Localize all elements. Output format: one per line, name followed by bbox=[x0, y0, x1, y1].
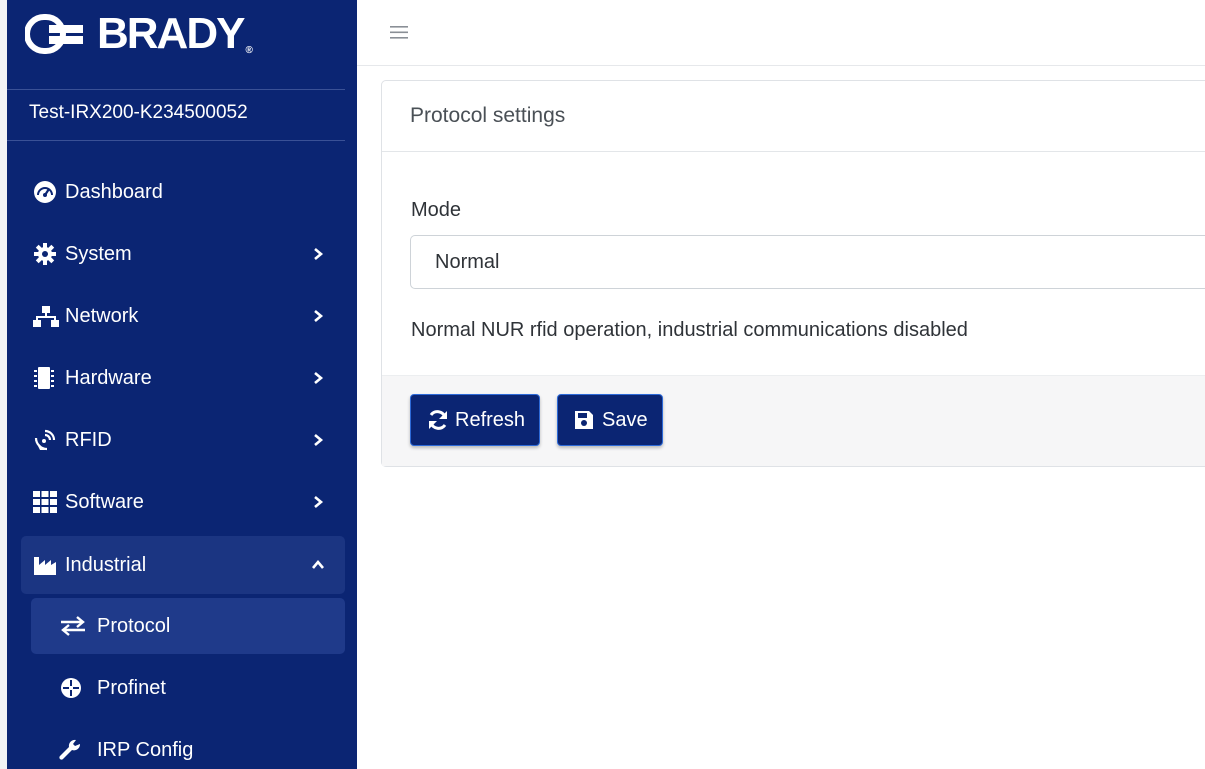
sidebar-item-label: Industrial bbox=[65, 553, 147, 576]
refresh-button-label: Refresh bbox=[455, 408, 526, 431]
brady-logo-icon bbox=[25, 14, 83, 54]
crosshairs-icon bbox=[59, 674, 91, 702]
sidebar-item-industrial[interactable]: Industrial bbox=[21, 536, 345, 594]
floppy-disk-icon bbox=[574, 409, 596, 431]
sidebar-item-dashboard[interactable]: Dashboard bbox=[21, 166, 345, 218]
brand-logo[interactable]: BRADY ® bbox=[25, 6, 253, 62]
top-bar bbox=[357, 0, 1205, 66]
sidebar-item-rfid[interactable]: RFID bbox=[21, 414, 345, 466]
chevron-right-icon bbox=[314, 434, 324, 446]
sidebar-subitem-protocol[interactable]: Protocol bbox=[31, 598, 345, 654]
sidebar-subitem-label: Protocol bbox=[97, 614, 171, 637]
main-content: Protocol settings Mode Normal Normal NUR… bbox=[357, 66, 1205, 769]
mode-select-value: Normal bbox=[435, 250, 500, 273]
sidebar-item-label: Dashboard bbox=[65, 180, 163, 203]
gear-icon bbox=[33, 240, 61, 268]
chevron-right-icon bbox=[314, 310, 324, 322]
sidebar-subitem-label: Profinet bbox=[97, 676, 166, 699]
save-button[interactable]: Save bbox=[557, 394, 663, 446]
network-icon bbox=[33, 302, 61, 330]
sidebar-item-label: Network bbox=[65, 304, 139, 327]
sidebar-item-hardware[interactable]: Hardware bbox=[21, 352, 345, 404]
brand-name: BRADY ® bbox=[97, 9, 253, 58]
save-button-label: Save bbox=[602, 408, 648, 431]
satellite-dish-icon bbox=[33, 426, 61, 454]
exchange-arrows-icon bbox=[59, 612, 91, 640]
sidebar-item-label: System bbox=[65, 242, 132, 265]
protocol-settings-card: Protocol settings Mode Normal Normal NUR… bbox=[381, 80, 1205, 467]
refresh-button[interactable]: Refresh bbox=[410, 394, 541, 446]
sidebar-divider bbox=[7, 140, 345, 141]
device-name: Test-IRX200-K234500052 bbox=[29, 102, 248, 123]
refresh-icon bbox=[427, 409, 449, 431]
sidebar-item-software[interactable]: Software bbox=[21, 476, 345, 528]
chevron-up-icon bbox=[312, 559, 324, 569]
chevron-right-icon bbox=[314, 496, 324, 508]
mode-description: Normal NUR rfid operation, industrial co… bbox=[411, 319, 968, 341]
sidebar-item-label: Software bbox=[65, 490, 144, 513]
wrench-icon bbox=[59, 736, 91, 764]
sidebar-item-network[interactable]: Network bbox=[21, 290, 345, 342]
sidebar-subitem-profinet[interactable]: Profinet bbox=[31, 660, 345, 716]
sidebar-item-label: RFID bbox=[65, 428, 112, 451]
dashboard-gauge-icon bbox=[33, 178, 61, 206]
window-edge bbox=[0, 0, 7, 769]
sidebar-subitem-label: IRP Config bbox=[97, 738, 194, 761]
sidebar-item-system[interactable]: System bbox=[21, 228, 345, 280]
grid-icon bbox=[33, 488, 61, 516]
card-title: Protocol settings bbox=[382, 81, 1205, 152]
hamburger-menu-icon[interactable] bbox=[390, 24, 408, 40]
sidebar: BRADY ® Test-IRX200-K234500052 Dashboard … bbox=[7, 0, 357, 769]
industry-icon bbox=[33, 551, 61, 579]
microchip-icon bbox=[33, 364, 61, 392]
sidebar-subitem-irp-config[interactable]: IRP Config bbox=[31, 722, 345, 769]
chevron-right-icon bbox=[314, 248, 324, 260]
mode-select[interactable]: Normal bbox=[410, 235, 1205, 289]
sidebar-divider bbox=[7, 89, 345, 90]
card-footer: Refresh Save bbox=[382, 375, 1205, 466]
mode-label: Mode bbox=[411, 199, 462, 221]
chevron-right-icon bbox=[314, 372, 324, 384]
sidebar-item-label: Hardware bbox=[65, 366, 152, 389]
